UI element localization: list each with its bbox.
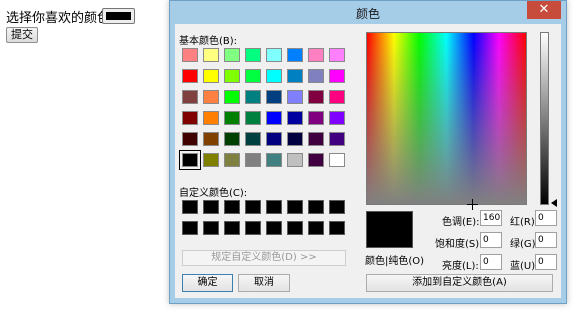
basic-color-swatch[interactable] [308, 48, 324, 62]
basic-color-swatch[interactable] [308, 69, 324, 83]
define-custom-colors-button[interactable]: 规定自定义颜色(D) >> [182, 250, 346, 266]
basic-color-swatch[interactable] [266, 153, 282, 167]
cancel-button[interactable]: 取消 [238, 274, 290, 292]
custom-color-swatch[interactable] [245, 221, 261, 235]
basic-color-swatch[interactable] [329, 48, 345, 62]
basic-color-swatch[interactable] [224, 153, 240, 167]
basic-color-swatch[interactable] [224, 90, 240, 104]
color-input-fill [106, 12, 131, 20]
close-icon: ✕ [538, 2, 550, 17]
basic-color-swatch[interactable] [203, 90, 219, 104]
custom-color-swatch[interactable] [308, 200, 324, 214]
basic-color-swatch[interactable] [287, 69, 303, 83]
basic-color-swatch[interactable] [329, 69, 345, 83]
saturation-label: 饱和度(S): [435, 239, 483, 250]
luminance-label: 亮度(L): [442, 261, 479, 272]
basic-color-swatch[interactable] [245, 69, 261, 83]
custom-color-swatch[interactable] [224, 221, 240, 235]
basic-color-swatch[interactable] [266, 90, 282, 104]
luminance-field[interactable]: 0 [480, 254, 502, 270]
basic-color-swatch[interactable] [287, 90, 303, 104]
basic-color-swatch[interactable] [308, 111, 324, 125]
custom-color-swatch[interactable] [266, 200, 282, 214]
basic-color-swatch[interactable] [329, 111, 345, 125]
basic-color-swatch[interactable] [182, 69, 198, 83]
basic-color-swatch[interactable] [266, 69, 282, 83]
custom-color-swatch[interactable] [182, 200, 198, 214]
basic-color-swatch[interactable] [203, 132, 219, 146]
basic-color-swatch[interactable] [287, 48, 303, 62]
dialog-titlebar[interactable]: 颜色 ✕ [170, 1, 566, 23]
custom-color-swatch[interactable] [287, 221, 303, 235]
green-field[interactable]: 0 [535, 232, 557, 248]
hue-label: 色调(E): [442, 217, 480, 228]
ok-button[interactable]: 确定 [182, 274, 233, 292]
saturation-field[interactable]: 0 [480, 232, 502, 248]
basic-color-swatch[interactable] [329, 132, 345, 146]
basic-color-swatch[interactable] [266, 48, 282, 62]
basic-color-swatch[interactable] [308, 153, 324, 167]
custom-colors-label: 自定义颜色(C): [179, 188, 248, 199]
red-label: 红(R): [510, 217, 539, 228]
basic-color-swatch[interactable] [224, 48, 240, 62]
custom-color-swatch[interactable] [329, 221, 345, 235]
basic-color-swatch[interactable] [266, 132, 282, 146]
dialog-client: 基本颜色(B): 自定义颜色(C): 规定自定义颜色(D) >> 确定 取消 颜… [175, 24, 561, 298]
dialog-title: 颜色 [355, 7, 380, 21]
basic-color-swatch[interactable] [266, 111, 282, 125]
basic-color-swatch[interactable] [287, 153, 303, 167]
basic-color-swatch[interactable] [179, 150, 201, 170]
basic-color-swatch[interactable] [224, 69, 240, 83]
crosshair-icon [467, 199, 478, 210]
hue-field[interactable]: 160 [480, 210, 502, 226]
red-field[interactable]: 0 [535, 210, 557, 226]
custom-color-swatch[interactable] [224, 200, 240, 214]
basic-color-swatch[interactable] [203, 153, 219, 167]
color-solid-label: 颜色|纯色(O) [365, 256, 425, 267]
custom-color-swatch[interactable] [203, 221, 219, 235]
basic-color-swatch[interactable] [203, 69, 219, 83]
basic-color-swatch[interactable] [287, 111, 303, 125]
basic-color-swatch[interactable] [329, 90, 345, 104]
basic-color-swatch[interactable] [245, 90, 261, 104]
submit-button[interactable]: 提交 [6, 27, 38, 43]
color-spectrum[interactable] [366, 32, 527, 210]
color-prompt-label: 选择你喜欢的颜色: [6, 11, 115, 26]
basic-color-swatch[interactable] [224, 132, 240, 146]
custom-color-swatch[interactable] [182, 221, 198, 235]
basic-color-swatch[interactable] [245, 111, 261, 125]
basic-color-swatch[interactable] [224, 111, 240, 125]
luminance-slider[interactable] [540, 32, 549, 205]
basic-color-swatch[interactable] [245, 132, 261, 146]
custom-color-swatch[interactable] [203, 200, 219, 214]
color-dialog: 颜色 ✕ 基本颜色(B): 自定义颜色(C): 规定自定义颜色(D) >> 确定… [169, 0, 567, 304]
custom-color-swatch[interactable] [266, 221, 282, 235]
custom-color-swatch[interactable] [287, 200, 303, 214]
basic-color-swatch[interactable] [182, 111, 198, 125]
basic-color-swatch[interactable] [203, 48, 219, 62]
basic-color-swatch[interactable] [308, 132, 324, 146]
basic-color-swatch[interactable] [287, 132, 303, 146]
basic-color-swatch[interactable] [203, 111, 219, 125]
basic-color-swatch[interactable] [182, 90, 198, 104]
blue-field[interactable]: 0 [535, 254, 557, 270]
color-preview [366, 211, 413, 248]
basic-color-swatch[interactable] [329, 153, 345, 167]
add-to-custom-colors-button[interactable]: 添加到自定义颜色(A) [366, 274, 553, 292]
basic-color-swatch[interactable] [245, 48, 261, 62]
basic-color-swatch[interactable] [245, 153, 261, 167]
basic-color-swatch[interactable] [308, 90, 324, 104]
luminance-arrow-icon[interactable] [551, 199, 557, 207]
custom-color-swatch[interactable] [329, 200, 345, 214]
basic-color-swatch[interactable] [182, 132, 198, 146]
basic-color-swatch[interactable] [182, 48, 198, 62]
custom-color-swatch[interactable] [245, 200, 261, 214]
color-input[interactable] [102, 8, 135, 24]
basic-colors-label: 基本颜色(B): [179, 36, 238, 47]
custom-color-swatch[interactable] [308, 221, 324, 235]
close-button[interactable]: ✕ [527, 1, 561, 19]
